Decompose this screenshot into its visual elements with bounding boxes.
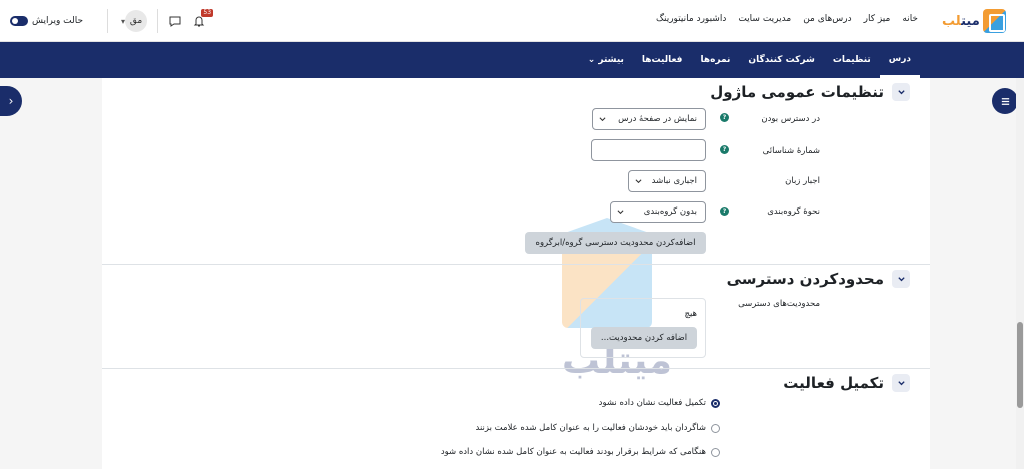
no-restrictions-text: هیچ bbox=[684, 309, 697, 319]
radio-button[interactable] bbox=[711, 447, 720, 457]
chevron-down-icon[interactable] bbox=[892, 83, 910, 101]
add-group-restriction-button[interactable]: اضافه‌کردن محدودیت دسترسی گروه/ابرگروه bbox=[525, 232, 706, 254]
completion-option-label: هنگامی که شرایط برقرار بودند فعالیت به ع… bbox=[440, 447, 706, 457]
list-icon bbox=[1001, 97, 1009, 105]
tab-more[interactable]: بیشتر ⌄ bbox=[579, 42, 633, 78]
help-icon[interactable]: ? bbox=[720, 207, 729, 216]
availability-value: نمایش در صفحهٔ درس bbox=[618, 114, 697, 124]
logo-cube-icon bbox=[982, 9, 1006, 33]
edit-mode-toggle[interactable] bbox=[10, 16, 28, 26]
availability-label: در دسترس بودن bbox=[761, 114, 820, 124]
edit-mode-label: حالت ویرایش bbox=[32, 16, 84, 26]
force-language-label: اجبار زبان bbox=[785, 176, 820, 186]
top-navbar: میتلب خانه میز کار درس‌های من مدیریت سای… bbox=[0, 0, 1024, 42]
site-logo[interactable]: میتلب bbox=[942, 7, 1006, 35]
nav-monitoring[interactable]: داشبورد مانیتورینگ bbox=[656, 14, 726, 24]
force-language-value: اجباری نباشد bbox=[651, 176, 697, 186]
group-mode-value: بدون گروه‌بندی bbox=[643, 207, 697, 217]
section-divider bbox=[102, 264, 930, 265]
chevron-down-icon[interactable] bbox=[892, 270, 910, 288]
section-header-general: تنظیمات عمومی ماژول bbox=[710, 83, 910, 101]
notification-badge: 53 bbox=[201, 9, 214, 17]
restrictions-box: هیچ اضافه کردن محدودیت... bbox=[580, 298, 706, 358]
messages-icon[interactable] bbox=[168, 14, 182, 28]
page-scrollbar-track[interactable] bbox=[1016, 78, 1024, 469]
chevron-down-icon[interactable] bbox=[892, 374, 910, 392]
idnumber-input[interactable] bbox=[591, 139, 706, 161]
tab-participants[interactable]: شرکت کنندگان bbox=[739, 42, 823, 78]
section-header-restrict: محدودکردن دسترسی bbox=[727, 270, 910, 288]
radio-button[interactable] bbox=[711, 398, 720, 408]
section-title: محدودکردن دسترسی bbox=[726, 270, 884, 288]
course-index-toggle[interactable] bbox=[992, 88, 1018, 114]
restrictions-label: محدودیت‌های دسترسی bbox=[738, 299, 820, 309]
divider bbox=[107, 9, 109, 33]
section-divider bbox=[102, 368, 930, 369]
main-content-card: میتلب تنظیمات عمومی ماژول در دسترس بودن … bbox=[102, 78, 930, 469]
idnumber-label: شمارهٔ شناسائی bbox=[762, 146, 820, 156]
logo-text: میتلب bbox=[942, 13, 980, 29]
completion-option-label: شاگردان باید خودشان فعالیت را به عنوان ک… bbox=[475, 423, 706, 433]
group-mode-label: نحوهٔ گروه‌بندی bbox=[767, 207, 820, 217]
notification-bell-icon[interactable]: 53 bbox=[192, 9, 214, 28]
availability-select[interactable]: نمایش در صفحهٔ درس bbox=[592, 108, 706, 130]
section-title: تکمیل فعالیت bbox=[783, 374, 884, 392]
nav-site-admin[interactable]: مدیریت سایت bbox=[738, 14, 791, 24]
tab-settings[interactable]: تنظیمات bbox=[824, 42, 880, 78]
radio-button[interactable] bbox=[711, 423, 720, 433]
course-secondary-nav: درس تنظیمات شرکت کنندگان نمره‌ها فعالیت‌… bbox=[0, 42, 1024, 78]
completion-option[interactable]: هنگامی که شرایط برقرار بودند فعالیت به ع… bbox=[441, 447, 720, 457]
tab-grades[interactable]: نمره‌ها bbox=[691, 42, 739, 78]
chevron-down-icon bbox=[635, 179, 642, 184]
section-header-completion: تکمیل فعالیت bbox=[783, 374, 910, 392]
completion-option[interactable]: تکمیل فعالیت نشان داده نشود bbox=[599, 398, 720, 408]
tab-course[interactable]: درس bbox=[879, 42, 920, 78]
chevron-down-icon bbox=[599, 117, 606, 122]
divider bbox=[157, 9, 159, 33]
section-title: تنظیمات عمومی ماژول bbox=[710, 83, 884, 101]
tab-activities[interactable]: فعالیت‌ها bbox=[633, 42, 692, 78]
nav-dashboard[interactable]: میز کار bbox=[864, 14, 891, 24]
completion-option-label: تکمیل فعالیت نشان داده نشود bbox=[598, 398, 706, 408]
help-icon[interactable]: ? bbox=[720, 113, 729, 122]
help-icon[interactable]: ? bbox=[720, 145, 729, 154]
avatar[interactable]: مق bbox=[125, 10, 148, 32]
completion-option[interactable]: شاگردان باید خودشان فعالیت را به عنوان ک… bbox=[476, 423, 720, 433]
nav-home[interactable]: خانه bbox=[902, 14, 918, 24]
force-language-select[interactable]: اجباری نباشد bbox=[628, 170, 706, 192]
page-scrollbar-thumb[interactable] bbox=[1017, 322, 1023, 408]
chevron-left-icon: ‹ bbox=[8, 94, 14, 108]
primary-nav: خانه میز کار درس‌های من مدیریت سایت داشب… bbox=[656, 14, 918, 24]
chevron-down-icon bbox=[617, 210, 624, 215]
add-restriction-button[interactable]: اضافه کردن محدودیت... bbox=[591, 327, 697, 349]
group-mode-select[interactable]: بدون گروه‌بندی bbox=[610, 201, 706, 223]
block-drawer-toggle[interactable]: ‹ bbox=[0, 86, 22, 116]
user-controls: حالت ویرایش ▾ مق 53 bbox=[10, 9, 216, 33]
nav-my-courses[interactable]: درس‌های من bbox=[803, 14, 851, 24]
